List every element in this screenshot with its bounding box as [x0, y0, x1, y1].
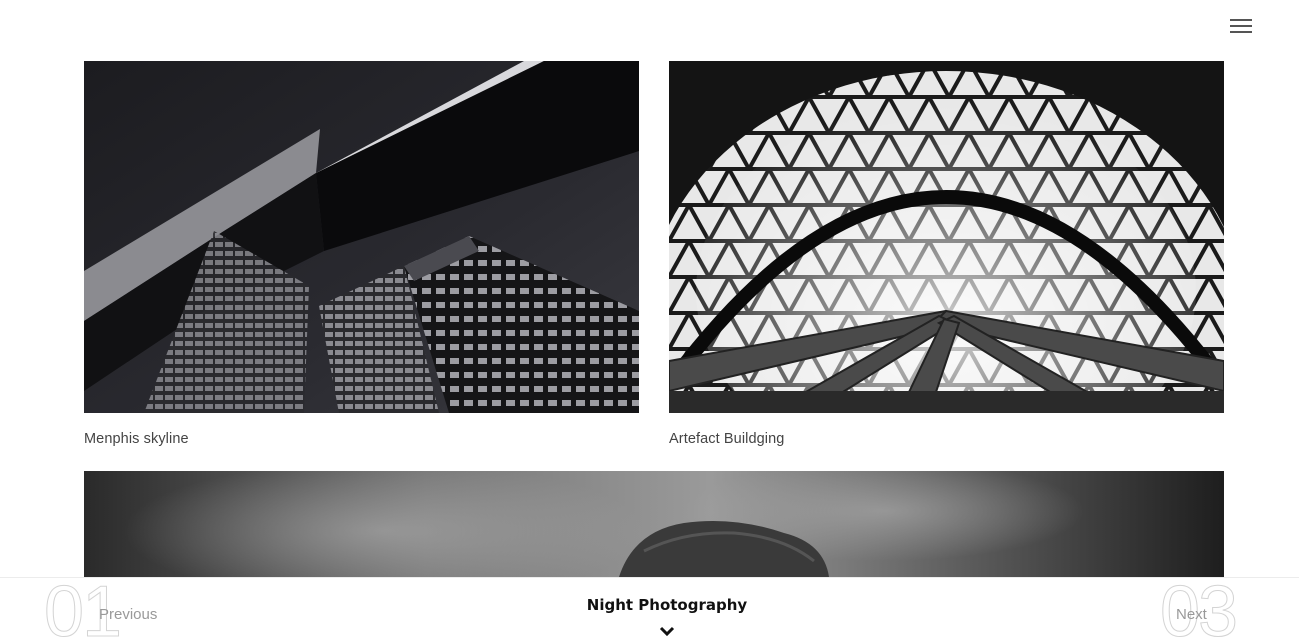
chevron-down-icon[interactable] [659, 625, 675, 637]
bottom-navigation: 01 Previous Night Photography 03 Next [0, 577, 1299, 637]
portfolio-page: Menphis skyline Artefact Buildging 01 Pr… [0, 0, 1299, 637]
skyline-image [84, 61, 639, 413]
caption-dome[interactable]: Artefact Buildging [669, 431, 784, 447]
caption-skyline[interactable]: Menphis skyline [84, 431, 189, 447]
hamburger-line [1230, 31, 1252, 33]
gallery-photo-dome[interactable] [669, 61, 1224, 413]
hamburger-menu-icon[interactable] [1230, 18, 1252, 34]
hamburger-line [1230, 19, 1252, 21]
hamburger-line [1230, 25, 1252, 27]
gallery-photo-skyline[interactable] [84, 61, 639, 413]
dome-image [669, 61, 1224, 413]
category-title[interactable]: Night Photography [0, 596, 1299, 614]
next-link[interactable]: Next [1176, 606, 1207, 623]
